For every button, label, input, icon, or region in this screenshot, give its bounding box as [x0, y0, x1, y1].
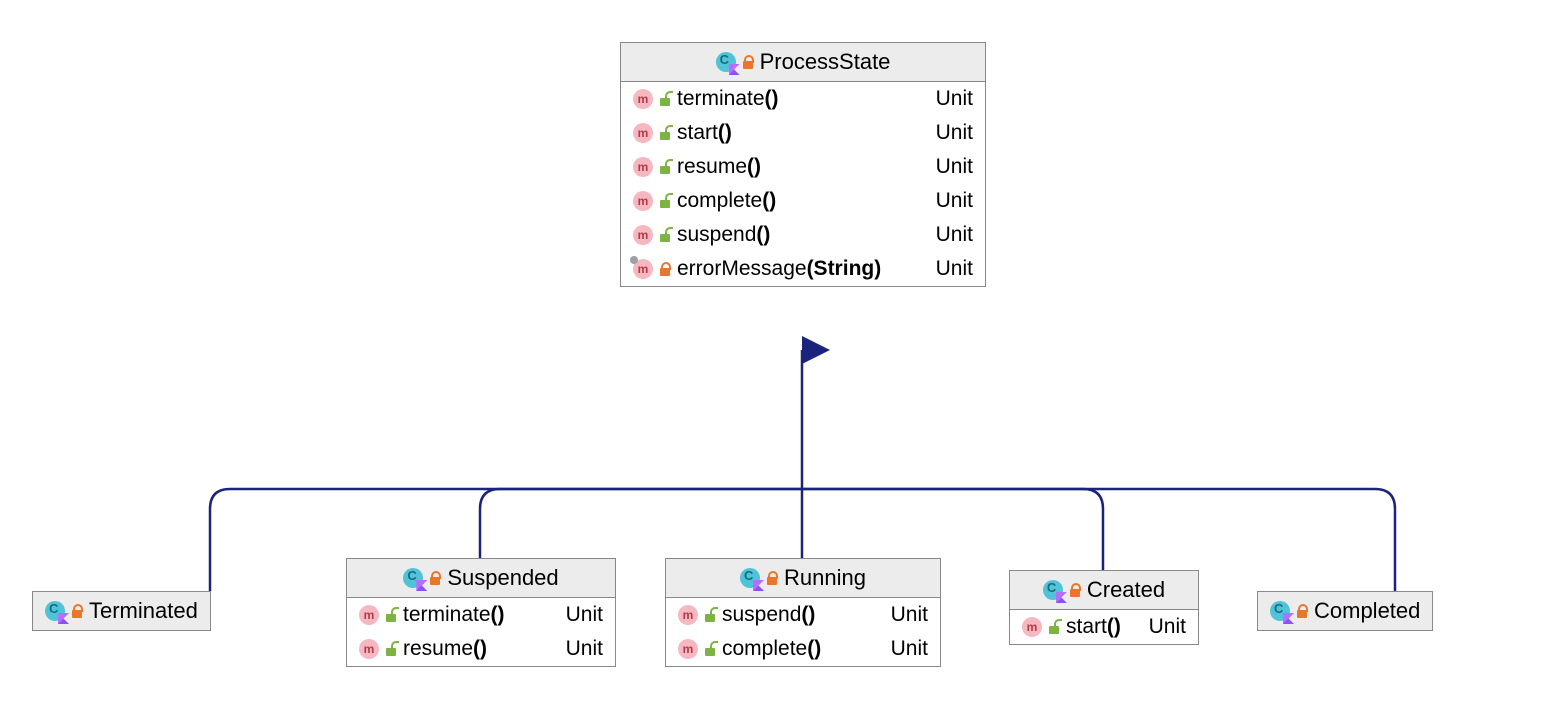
method-signature: complete(): [722, 637, 871, 661]
class-kotlin-icon: [1270, 601, 1290, 621]
method-icon: m: [633, 225, 653, 245]
public-lock-icon: [659, 92, 671, 106]
method-signature: terminate(): [403, 603, 546, 627]
class-created[interactable]: Created m start() Unit: [1009, 570, 1199, 645]
class-terminated[interactable]: Terminated: [32, 591, 211, 631]
private-lock-icon: [659, 262, 671, 276]
method-return-type: Unit: [936, 87, 973, 111]
method-row[interactable]: m complete() Unit: [666, 632, 940, 666]
method-return-type: Unit: [936, 257, 973, 281]
class-kotlin-icon: [403, 568, 423, 588]
class-header: Created: [1010, 571, 1198, 610]
sealed-lock-icon: [742, 55, 754, 69]
public-lock-icon: [1048, 620, 1060, 634]
method-signature: start(): [677, 121, 916, 145]
method-icon: m: [359, 605, 379, 625]
public-lock-icon: [385, 608, 397, 622]
class-header: Suspended: [347, 559, 615, 598]
class-title: Created: [1087, 577, 1165, 603]
class-kotlin-icon: [716, 52, 736, 72]
sealed-lock-icon: [766, 571, 778, 585]
class-header: Terminated: [33, 592, 210, 630]
method-icon: m: [678, 639, 698, 659]
method-signature: resume(): [677, 155, 916, 179]
class-title: Terminated: [89, 598, 198, 624]
method-row[interactable]: m suspend() Unit: [666, 598, 940, 632]
method-signature: start(): [1066, 615, 1129, 639]
method-signature: terminate(): [677, 87, 916, 111]
method-return-type: Unit: [1149, 615, 1186, 639]
method-row[interactable]: m start() Unit: [1010, 610, 1198, 644]
method-signature: errorMessage(String): [677, 257, 916, 281]
method-icon: m: [633, 259, 653, 279]
class-suspended[interactable]: Suspended m terminate() Unit m resume() Unit: [346, 558, 616, 667]
class-title: ProcessState: [760, 49, 891, 75]
class-kotlin-icon: [45, 601, 65, 621]
method-row[interactable]: m errorMessage(String) Unit: [621, 252, 985, 286]
public-lock-icon: [385, 642, 397, 656]
class-header: ProcessState: [621, 43, 985, 82]
method-return-type: Unit: [566, 603, 603, 627]
method-row[interactable]: m start() Unit: [621, 116, 985, 150]
sealed-lock-icon: [1296, 604, 1308, 618]
method-icon: m: [633, 191, 653, 211]
public-lock-icon: [659, 126, 671, 140]
method-signature: suspend(): [677, 223, 916, 247]
method-return-type: Unit: [891, 603, 928, 627]
class-title: Completed: [1314, 598, 1420, 624]
class-completed[interactable]: Completed: [1257, 591, 1433, 631]
method-signature: suspend(): [722, 603, 871, 627]
class-title: Running: [784, 565, 866, 591]
method-row[interactable]: m terminate() Unit: [347, 598, 615, 632]
public-lock-icon: [659, 160, 671, 174]
method-row[interactable]: m suspend() Unit: [621, 218, 985, 252]
method-return-type: Unit: [936, 223, 973, 247]
method-signature: resume(): [403, 637, 546, 661]
method-row[interactable]: m resume() Unit: [621, 150, 985, 184]
method-return-type: Unit: [936, 189, 973, 213]
method-icon: m: [633, 123, 653, 143]
sealed-lock-icon: [71, 604, 83, 618]
class-kotlin-icon: [740, 568, 760, 588]
class-running[interactable]: Running m suspend() Unit m complete() Unit: [665, 558, 941, 667]
method-row[interactable]: m terminate() Unit: [621, 82, 985, 116]
method-return-type: Unit: [566, 637, 603, 661]
method-return-type: Unit: [936, 155, 973, 179]
class-title: Suspended: [447, 565, 558, 591]
method-icon: m: [633, 89, 653, 109]
sealed-lock-icon: [1069, 583, 1081, 597]
public-lock-icon: [659, 194, 671, 208]
class-header: Completed: [1258, 592, 1432, 630]
method-row[interactable]: m complete() Unit: [621, 184, 985, 218]
method-row[interactable]: m resume() Unit: [347, 632, 615, 666]
sealed-lock-icon: [429, 571, 441, 585]
class-processstate[interactable]: ProcessState m terminate() Unit m start() Uni…: [620, 42, 986, 287]
public-lock-icon: [704, 642, 716, 656]
method-icon: m: [678, 605, 698, 625]
method-return-type: Unit: [936, 121, 973, 145]
method-icon: m: [633, 157, 653, 177]
class-header: Running: [666, 559, 940, 598]
method-signature: complete(): [677, 189, 916, 213]
method-icon: m: [359, 639, 379, 659]
class-kotlin-icon: [1043, 580, 1063, 600]
method-return-type: Unit: [891, 637, 928, 661]
method-icon: m: [1022, 617, 1042, 637]
public-lock-icon: [704, 608, 716, 622]
public-lock-icon: [659, 228, 671, 242]
